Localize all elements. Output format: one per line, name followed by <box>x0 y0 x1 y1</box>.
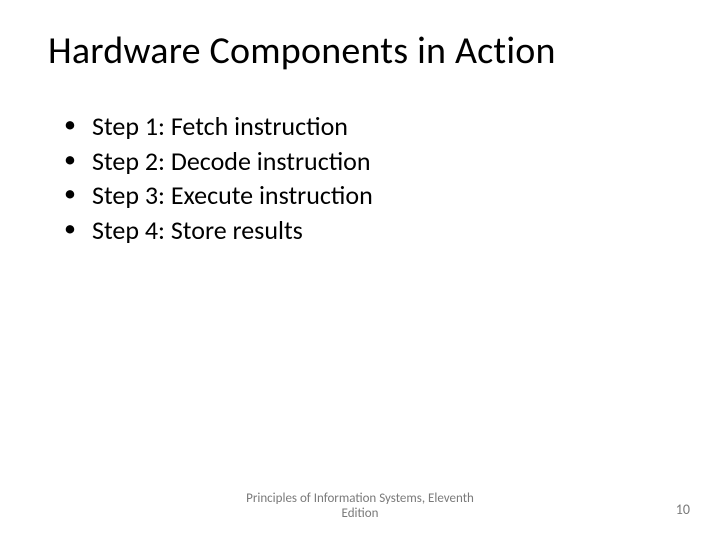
list-item: Step 4: Store results <box>64 214 672 247</box>
footer: Principles of Information Systems, Eleve… <box>0 491 720 522</box>
slide-title: Hardware Components in Action <box>48 28 672 74</box>
bullet-list: Step 1: Fetch instruction Step 2: Decode… <box>48 110 672 246</box>
slide: Hardware Components in Action Step 1: Fe… <box>0 0 720 540</box>
page-number: 10 <box>676 501 690 518</box>
footer-text: Principles of Information Systems, Eleve… <box>230 491 490 522</box>
list-item: Step 2: Decode instruction <box>64 145 672 178</box>
list-item: Step 1: Fetch instruction <box>64 110 672 143</box>
list-item: Step 3: Execute instruction <box>64 179 672 212</box>
